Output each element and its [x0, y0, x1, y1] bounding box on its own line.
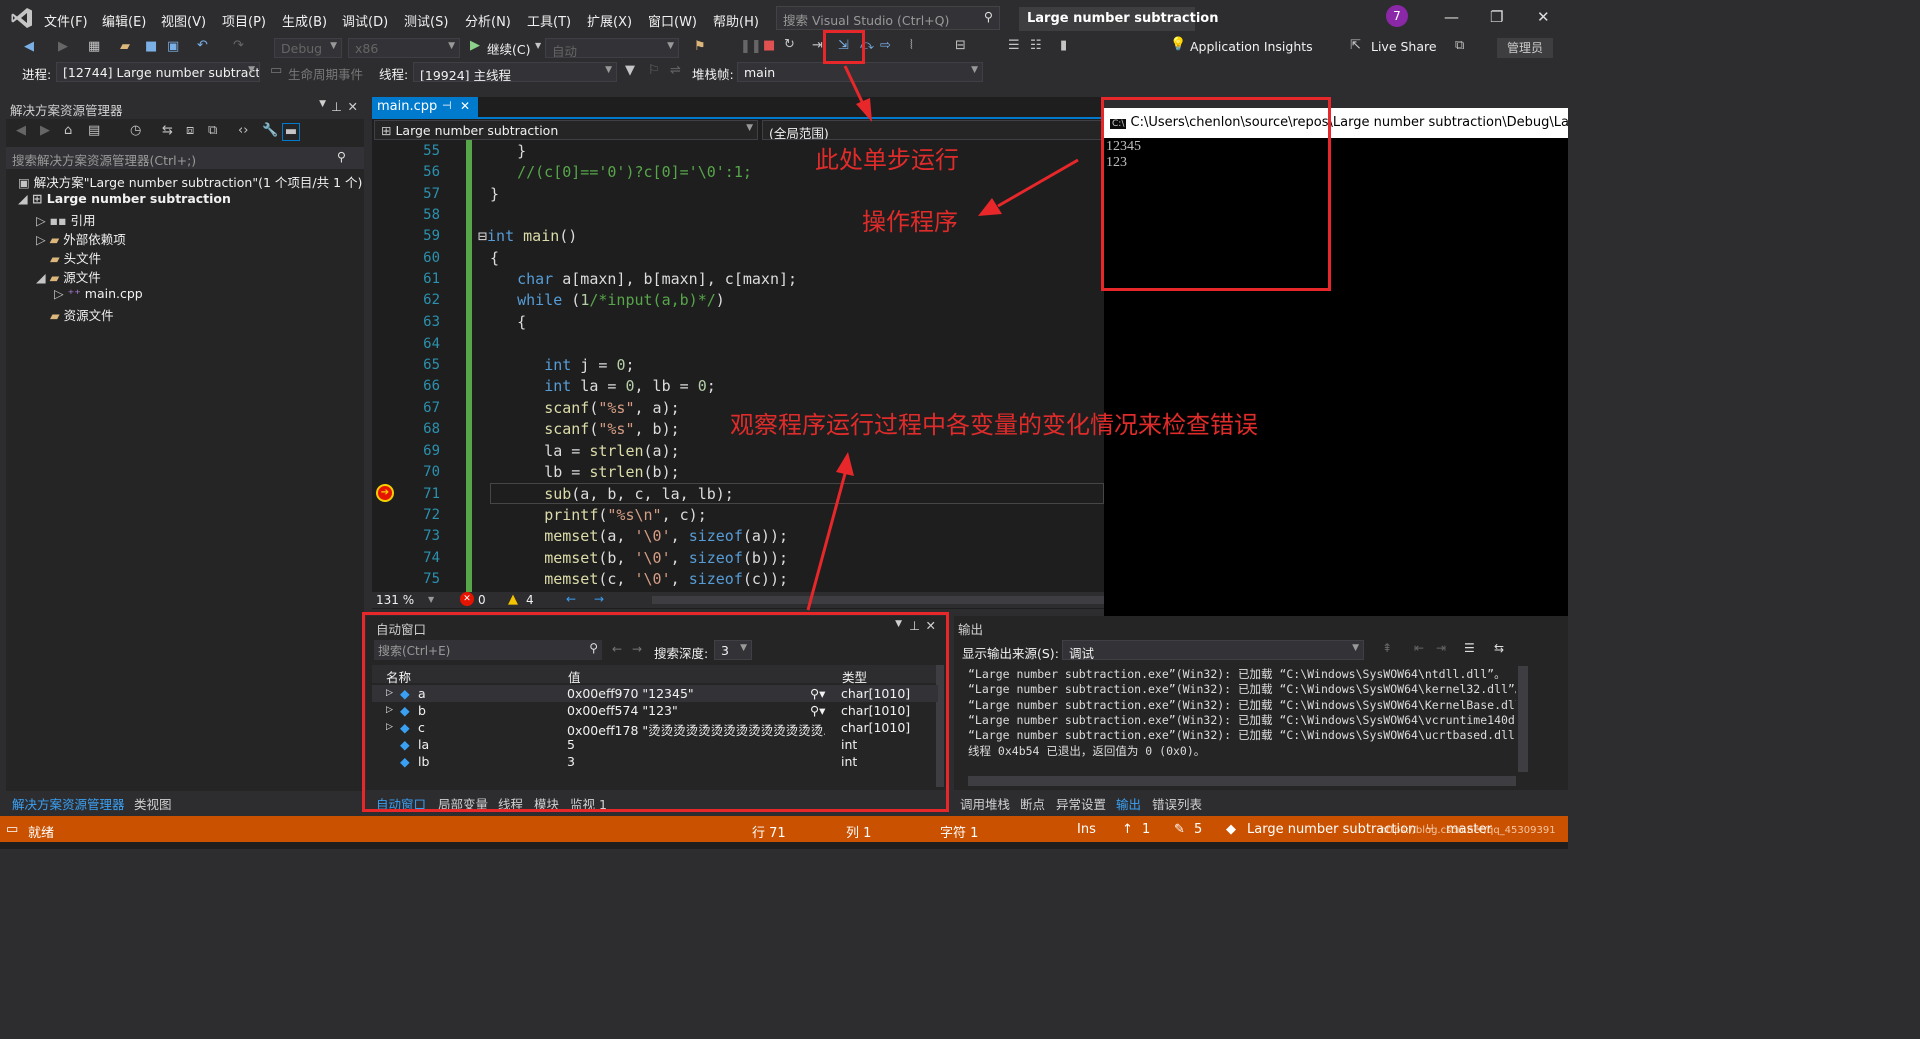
- annotation-operate: 操作程序: [862, 208, 958, 236]
- annotation-step-run: 此处单步运行: [815, 146, 959, 174]
- annotation-observe: 观察程序运行过程中各变量的变化情况来检查错误: [730, 411, 1258, 439]
